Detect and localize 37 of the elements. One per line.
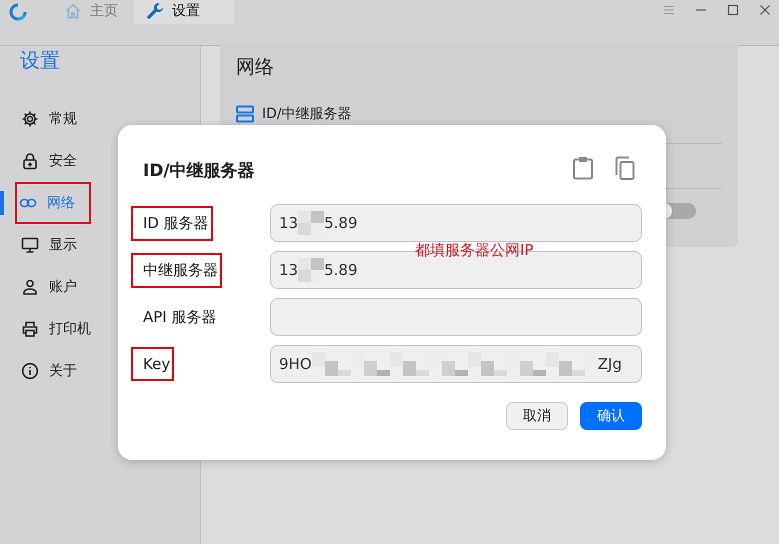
- redaction-mosaic: [298, 258, 324, 282]
- server-icon: [236, 105, 254, 123]
- confirm-button[interactable]: 确认: [580, 402, 642, 430]
- maximize-icon[interactable]: [727, 4, 739, 16]
- cancel-button[interactable]: 取消: [506, 402, 568, 430]
- printer-icon: [21, 320, 39, 338]
- sidebar-item[interactable]: 安全: [17, 140, 93, 182]
- tab[interactable]: 设置: [134, 0, 234, 24]
- gear-icon: [21, 110, 39, 128]
- sidebar-title: 设置: [20, 48, 61, 72]
- info-icon: [21, 362, 39, 380]
- sidebar-item[interactable]: 常规: [17, 98, 93, 140]
- sidebar-item[interactable]: 显示: [17, 224, 93, 266]
- field-label: API 服务器: [142, 306, 218, 328]
- lock-icon: [21, 152, 39, 170]
- field-label: Key: [131, 347, 174, 381]
- clipboard-icon[interactable]: [572, 156, 594, 180]
- sidebar-item[interactable]: 关于: [17, 350, 93, 392]
- person-icon: [21, 278, 39, 296]
- sidebar-item[interactable]: 打印机: [17, 308, 107, 350]
- wrench-icon: [146, 2, 164, 20]
- input-field[interactable]: 13 5.89: [270, 204, 642, 242]
- dialog-title: ID/中继服务器: [143, 160, 256, 182]
- field-label: 中继服务器: [131, 252, 222, 288]
- redaction-mosaic: [298, 211, 324, 235]
- logo-icon: [8, 2, 28, 22]
- home-icon: [64, 2, 82, 20]
- section-label: ID/中继服务器: [262, 105, 352, 123]
- input-field[interactable]: 9HO ZJg: [270, 345, 642, 383]
- monitor-icon: [21, 236, 39, 254]
- close-icon[interactable]: [759, 4, 771, 16]
- menu-icon[interactable]: [663, 4, 675, 16]
- input-field[interactable]: [270, 298, 642, 336]
- copy-icon[interactable]: [614, 156, 636, 180]
- card-title: 网络: [236, 55, 275, 80]
- sidebar-item[interactable]: 账户: [17, 266, 93, 308]
- field-label: ID 服务器: [131, 206, 213, 240]
